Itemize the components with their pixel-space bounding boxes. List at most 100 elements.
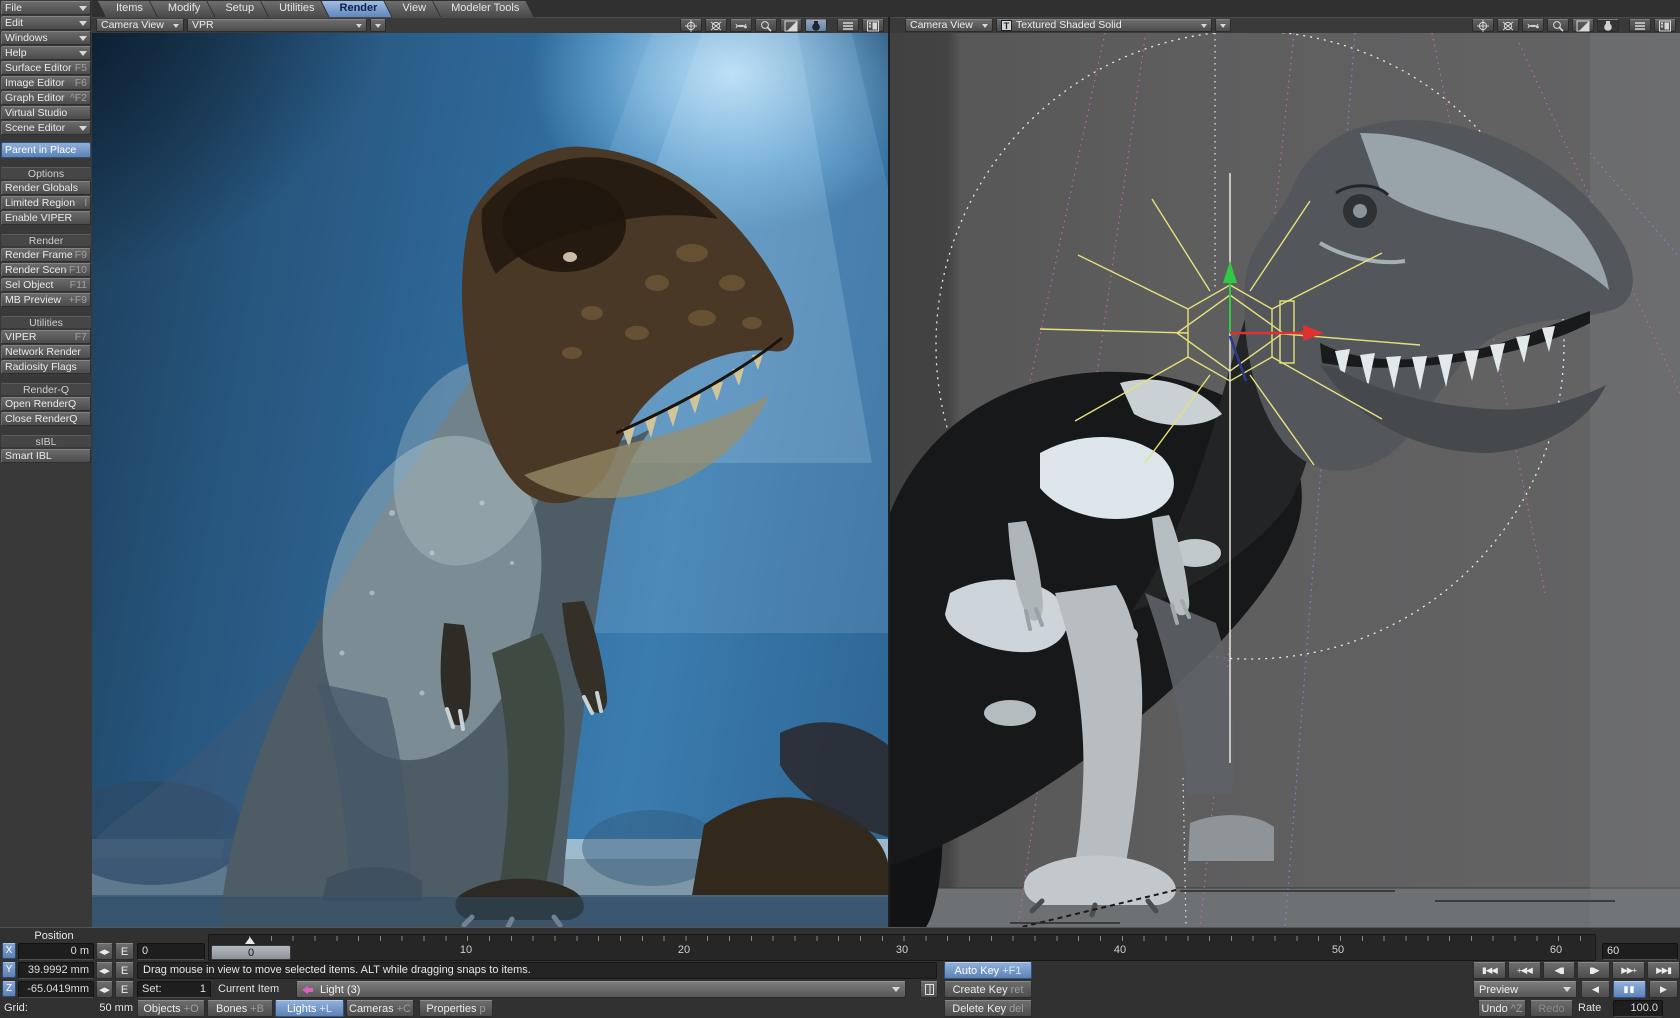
open-renderq-button[interactable]: Open RenderQ <box>1 397 91 411</box>
magnify-icon[interactable] <box>755 19 777 32</box>
menu-windows[interactable]: Windows <box>1 31 91 45</box>
current-item-label: Current Item <box>218 981 279 998</box>
tab-utilities[interactable]: Utilities <box>261 1 328 17</box>
render-icon[interactable] <box>805 19 827 32</box>
undo-button[interactable]: Undo^Z <box>1478 1000 1526 1017</box>
left-render-mode-dropdown[interactable]: VPR <box>187 19 367 32</box>
set-field[interactable]: Set:1 <box>137 981 211 998</box>
x-position-field[interactable]: 0 m <box>18 943 94 960</box>
tab-modeler-tools[interactable]: Modeler Tools <box>433 1 533 17</box>
menu-help[interactable]: Help <box>1 46 91 60</box>
previous-key-button[interactable]: +◀◀ <box>1508 962 1541 979</box>
y-envelope-button[interactable]: E <box>115 962 134 979</box>
x-nudge-stepper[interactable]: ◀▶ <box>96 943 113 960</box>
render-icon[interactable] <box>1597 19 1619 32</box>
close-renderq-button[interactable]: Close RenderQ <box>1 412 91 426</box>
y-nudge-stepper[interactable]: ◀▶ <box>96 962 113 979</box>
y-position-field[interactable]: 39.9992 mm <box>18 962 94 979</box>
left-header-options-dropdown[interactable] <box>370 19 386 32</box>
virtual-studio-button[interactable]: Virtual Studio <box>1 106 91 120</box>
go-to-end-button[interactable]: ▶▶▮ <box>1647 962 1680 979</box>
right-header-options-dropdown[interactable] <box>1215 19 1231 32</box>
limited-region-button[interactable]: Limited Regionl <box>1 196 91 210</box>
layout-icon[interactable] <box>862 19 884 32</box>
select-cameras-button[interactable]: Cameras+C <box>346 1000 414 1017</box>
play-reverse-button[interactable]: ◀ <box>1581 981 1610 998</box>
render-scene-button[interactable]: Render SceneF10 <box>1 263 91 277</box>
step-forward-button[interactable]: ▮▶ <box>1577 962 1610 979</box>
mb-preview-button[interactable]: MB Preview+F9 <box>1 293 91 307</box>
render-frame-button[interactable]: Render FrameF9 <box>1 248 91 262</box>
minmax-icon[interactable] <box>1572 19 1594 32</box>
rotate-icon[interactable] <box>1497 19 1519 32</box>
tab-setup[interactable]: Setup <box>207 1 268 17</box>
z-axis-button[interactable]: Z <box>2 981 16 997</box>
orbit-icon[interactable] <box>1522 19 1544 32</box>
delete-key-button[interactable]: Delete Keydel <box>944 1000 1032 1017</box>
x-axis-button[interactable]: X <box>2 943 16 959</box>
menu-file[interactable]: File <box>1 1 91 15</box>
go-to-start-button[interactable]: ▮◀◀ <box>1473 962 1506 979</box>
move-icon[interactable] <box>680 19 702 32</box>
rate-value-field[interactable]: 100.0 % <box>1613 1000 1663 1017</box>
frame-slider-handle[interactable]: 0 <box>211 945 291 960</box>
step-back-button[interactable]: ◀▮ <box>1543 962 1576 979</box>
rotate-icon[interactable] <box>705 19 727 32</box>
y-axis-button[interactable]: Y <box>2 962 16 978</box>
radiosity-flags-button[interactable]: Radiosity Flags <box>1 360 91 374</box>
properties-button[interactable]: Propertiesp <box>419 1000 493 1017</box>
right-render-mode-dropdown[interactable]: TTextured Shaded Solid <box>996 19 1212 32</box>
current-frame-field[interactable]: 0 <box>137 943 205 960</box>
tab-view[interactable]: View <box>384 1 440 17</box>
pause-button[interactable]: ▮▮ <box>1613 981 1646 998</box>
smart-ibl-button[interactable]: Smart IBL <box>1 449 91 463</box>
render-globals-button[interactable]: Render Globals <box>1 181 91 195</box>
select-objects-button[interactable]: Objects+O <box>137 1000 205 1017</box>
tab-modify[interactable]: Modify <box>150 1 214 17</box>
vpr-viewport-canvas[interactable] <box>92 33 888 927</box>
left-view-type-dropdown[interactable]: Camera View <box>96 19 184 32</box>
shaded-viewport-canvas[interactable] <box>890 33 1680 927</box>
item-list-button[interactable] <box>920 981 938 998</box>
enable-viper-button[interactable]: Enable VIPER <box>1 211 91 225</box>
group-header-options: Options <box>1 167 91 179</box>
menu-edit[interactable]: Edit <box>1 16 91 30</box>
sel-object-button[interactable]: Sel ObjectF11 <box>1 278 91 292</box>
tab-items[interactable]: Items <box>98 1 157 17</box>
viper-button[interactable]: VIPERF7 <box>1 330 91 344</box>
preview-dropdown[interactable]: Preview <box>1473 981 1577 998</box>
magnify-icon[interactable] <box>1547 19 1569 32</box>
minmax-icon[interactable] <box>780 19 802 32</box>
z-envelope-button[interactable]: E <box>115 981 134 998</box>
select-lights-button[interactable]: Lights+L <box>275 1000 344 1017</box>
parent-in-place-button[interactable]: Parent in Place <box>1 142 91 158</box>
layout-icon[interactable] <box>1654 19 1676 32</box>
end-frame-field[interactable]: 60 <box>1602 943 1678 960</box>
z-position-field[interactable]: -65.0419mm <box>18 981 94 998</box>
timeline-tick-40: 40 <box>1114 944 1126 956</box>
redo-button[interactable]: Redo <box>1530 1000 1573 1017</box>
select-bones-button[interactable]: Bones+B <box>207 1000 273 1017</box>
right-view-type-dropdown[interactable]: Camera View <box>905 19 993 32</box>
next-key-button[interactable]: ▶▶+ <box>1612 962 1645 979</box>
orbit-icon[interactable] <box>730 19 752 32</box>
viewport-divider[interactable] <box>888 17 890 927</box>
create-key-button[interactable]: Create Keyret <box>944 981 1032 998</box>
tab-render[interactable]: Render <box>322 1 392 17</box>
menu-icon[interactable] <box>1629 19 1651 32</box>
auto-key-button[interactable]: Auto Key+F1 <box>944 962 1032 979</box>
chevron-down-icon <box>79 51 87 56</box>
x-envelope-button[interactable]: E <box>115 943 134 960</box>
current-item-dropdown[interactable]: Light (3) <box>296 981 906 998</box>
move-icon[interactable] <box>1472 19 1494 32</box>
image-editor-button[interactable]: Image EditorF6 <box>1 76 91 90</box>
z-nudge-stepper[interactable]: ◀▶ <box>96 981 113 998</box>
lightwave-layout-window: File Edit Windows Help Surface EditorF5 … <box>0 0 1680 1018</box>
chevron-down-icon <box>892 987 900 992</box>
menu-icon[interactable] <box>837 19 859 32</box>
scene-editor-button[interactable]: Scene Editor <box>1 121 91 135</box>
graph-editor-button[interactable]: Graph Editor^F2 <box>1 91 91 105</box>
play-forward-button[interactable]: ▶ <box>1649 981 1678 998</box>
surface-editor-button[interactable]: Surface EditorF5 <box>1 61 91 75</box>
network-render-button[interactable]: Network Render <box>1 345 91 359</box>
